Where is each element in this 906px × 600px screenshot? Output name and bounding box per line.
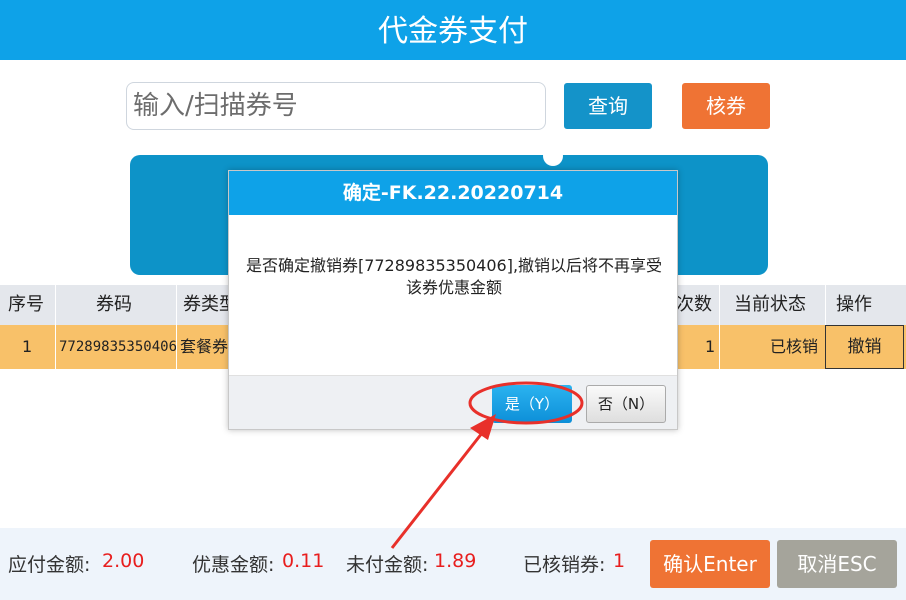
no-button[interactable]: 否（N） xyxy=(586,385,666,423)
discount-value: 0.11 xyxy=(282,550,325,572)
voucher-search-input[interactable]: 输入/扫描券号 xyxy=(126,82,546,130)
card-notch xyxy=(543,146,563,166)
dialog-message: 是否确定撤销券[77289835350406],撤销以后将不再享受该券优惠金额 xyxy=(245,256,663,297)
header-action: 操作 xyxy=(836,294,872,315)
column-divider xyxy=(176,325,177,369)
cell-index: 1 xyxy=(22,337,33,356)
header-index: 序号 xyxy=(8,294,44,315)
unpaid-label: 未付金额: xyxy=(346,554,429,576)
verified-label: 已核销券: xyxy=(523,554,606,576)
header-count: 次数 xyxy=(676,294,712,315)
column-divider xyxy=(825,285,826,325)
confirm-button[interactable]: 确认Enter xyxy=(650,540,770,588)
payable-value: 2.00 xyxy=(102,550,145,572)
cell-status: 已核销 xyxy=(770,337,819,356)
payable-label: 应付金额: xyxy=(8,554,91,576)
voucher-payment-window: 代金券支付 输入/扫描券号 查询 核券 序号 券码 券类型 次数 当前状态 操作… xyxy=(0,0,906,600)
confirm-dialog: 确定-FK.22.20220714 是否确定撤销券[77289835350406… xyxy=(228,170,678,430)
window-title: 代金券支付 xyxy=(0,0,906,60)
discount-label: 优惠金额: xyxy=(192,554,275,576)
column-divider xyxy=(719,285,720,325)
payment-summary-bar: 应付金额: 2.00 优惠金额: 0.11 未付金额: 1.89 已核销券: 1… xyxy=(0,528,906,600)
column-divider xyxy=(55,285,56,325)
yes-button[interactable]: 是（Y） xyxy=(492,385,572,423)
unpaid-value: 1.89 xyxy=(434,550,477,572)
revoke-button[interactable]: 撤销 xyxy=(825,325,904,369)
dialog-footer: 是（Y） 否（N） xyxy=(229,375,677,429)
cancel-button[interactable]: 取消ESC xyxy=(777,540,897,588)
column-divider xyxy=(55,325,56,369)
cell-type: 套餐券 xyxy=(180,337,229,356)
header-status: 当前状态 xyxy=(734,294,806,315)
query-button[interactable]: 查询 xyxy=(564,83,652,129)
cell-code: 77289835350406 xyxy=(59,339,178,355)
header-code: 券码 xyxy=(96,294,132,315)
verified-value: 1 xyxy=(613,550,626,572)
cell-count: 1 xyxy=(705,337,716,356)
verify-voucher-button[interactable]: 核券 xyxy=(682,83,770,129)
dialog-title: 确定-FK.22.20220714 xyxy=(229,171,677,215)
column-divider xyxy=(719,325,720,369)
column-divider xyxy=(176,285,177,325)
